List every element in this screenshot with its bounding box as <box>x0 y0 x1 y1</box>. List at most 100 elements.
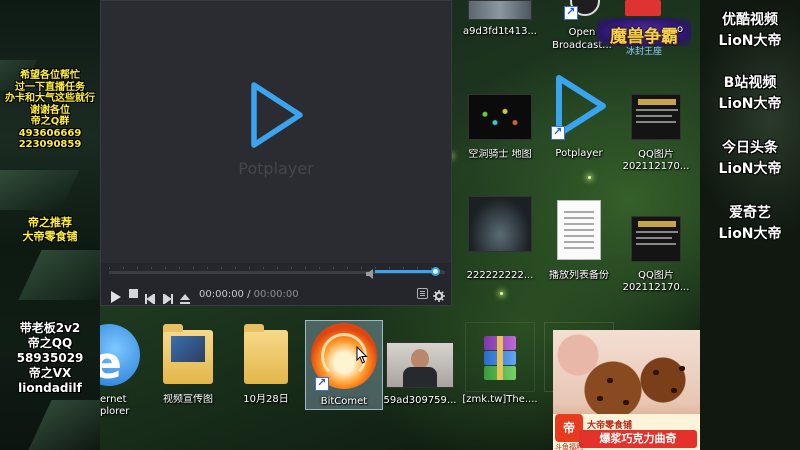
desktop-icon-qq-image-1[interactable]: QQ图片 202112170... <box>618 94 694 173</box>
potplayer-window[interactable]: Potplayer 00:00:00 / 00:00:00 <box>100 0 452 306</box>
icon-label: Potplayer <box>555 148 603 159</box>
stream-recommend: 帝之推荐 大帝零食铺 <box>0 216 100 244</box>
stream-contact: 带老板2v2 帝之QQ 58935029 帝之VX liondadilf <box>0 321 100 396</box>
icon-label: 播放列表备份 <box>549 270 609 281</box>
desktop-icon-internet-explorer[interactable]: e ernet plorer <box>100 318 146 418</box>
video-thumbnail-icon <box>386 342 454 388</box>
desktop-icon-warcraft[interactable]: 魔兽争霸 冰封王座 o <box>594 0 694 62</box>
desktop-icon-bitcomet[interactable]: BitComet <box>305 320 383 410</box>
icon-label: 10月28日 <box>243 394 289 405</box>
ad-slogan: 爆浆巧克力曲奇 <box>579 430 697 448</box>
desktop-icon-a9d3[interactable]: a9d3fd1t413... <box>462 0 538 38</box>
icon-label: 空洞骑士 地图 <box>468 149 532 160</box>
platform-handle: LioN大帝 <box>718 161 782 177</box>
shortcut-arrow-icon <box>564 5 578 20</box>
volume-slider-fill <box>375 270 437 273</box>
icon-label: QQ图片 <box>638 270 674 281</box>
icon-label: ernet <box>100 394 127 405</box>
volume-slider-track[interactable] <box>375 267 443 276</box>
icon-label: 59ad309759... <box>383 395 457 406</box>
icon-label: a9d3fd1t413... <box>463 26 537 37</box>
icon-label: BitComet <box>320 396 368 407</box>
time-separator: / <box>247 289 251 300</box>
contact-line: 带老板2v2 <box>19 321 81 335</box>
current-time: 00:00:00 <box>199 289 244 300</box>
stream-notice: 希望各位帮忙 过一下直播任务 办卡和大气这些就行 谢谢各位 帝之Q群 49360… <box>0 70 100 151</box>
stop-icon[interactable] <box>129 289 138 298</box>
recommend-line: 帝之推荐 <box>28 216 72 229</box>
desktop-icon-promo-images[interactable]: 视频宣传图 <box>150 322 226 406</box>
icon-label: o <box>677 24 684 35</box>
platform-bilibili: B站视频 LioN大帝 <box>700 73 800 115</box>
desktop-icon-hollow-knight-map[interactable]: 空洞骑士 地图 <box>462 94 538 161</box>
seek-bar-tick-marks <box>109 267 445 269</box>
image-thumbnail-icon <box>631 216 681 262</box>
playlist-icon[interactable] <box>417 288 428 299</box>
volume-slider-handle[interactable] <box>431 267 441 276</box>
notice-line: 过一下直播任务 <box>15 81 85 93</box>
potplayer-brand-text: Potplayer <box>238 159 314 178</box>
icon-label: 202112170... <box>622 161 690 172</box>
folder-icon <box>244 324 288 384</box>
platform-iqiyi: 爱奇艺 LioN大帝 <box>700 203 800 245</box>
next-icon[interactable] <box>162 289 173 308</box>
platform-name: 爱奇艺 <box>729 205 771 221</box>
contact-line: 帝之QQ <box>27 336 73 350</box>
icon-label: 视频宣传图 <box>163 394 213 405</box>
light-sparkle <box>500 292 503 295</box>
desktop-icon-video-thumbnail[interactable]: 59ad309759... <box>382 342 458 407</box>
mouse-cursor-icon <box>356 345 368 368</box>
video-display-area[interactable]: Potplayer <box>101 1 451 263</box>
notice-line: 帝之Q群 <box>30 116 70 127</box>
play-icon[interactable] <box>111 288 121 307</box>
icon-label: QQ图片 <box>638 149 674 160</box>
warcraft-icon: 魔兽争霸 冰封王座 o <box>597 0 691 62</box>
contact-line: 帝之VX <box>28 366 72 380</box>
desktop-icon-potplayer[interactable]: Potplayer <box>540 74 618 160</box>
playback-controls: 00:00:00 / 00:00:00 <box>101 283 451 308</box>
image-thumbnail-icon <box>631 94 681 140</box>
warcraft-subtitle: 冰封王座 <box>625 47 662 57</box>
notice-line: 希望各位帮忙 <box>20 70 80 81</box>
image-thumbnail-icon <box>468 0 532 20</box>
contact-line: 58935029 <box>16 351 84 365</box>
desktop-icon-qq-image-2[interactable]: QQ图片 202112170... <box>618 216 694 294</box>
light-sparkle <box>588 176 591 179</box>
recommend-line: 大帝零食铺 <box>22 230 78 243</box>
shortcut-arrow-icon <box>551 125 565 140</box>
previous-icon[interactable] <box>145 289 156 308</box>
platform-handle: LioN大帝 <box>718 33 782 49</box>
snack-advertisement[interactable]: 帝 大帝零食铺 爆浆巧克力曲奇 斗鱼福利 <box>553 330 700 450</box>
text-file-icon <box>557 200 601 260</box>
platform-toutiao: 今日头条 LioN大帝 <box>700 138 800 180</box>
notice-line: 谢谢各位 <box>30 104 70 116</box>
potplayer-logo-icon <box>246 79 306 155</box>
potplayer-icon <box>549 74 609 140</box>
notice-line: 办卡和大气这些就行 <box>5 93 95 104</box>
desktop-icon-222222222[interactable]: 222222222... <box>462 196 538 282</box>
image-thumbnail-icon <box>468 196 532 252</box>
empty-icon-slot <box>465 322 535 392</box>
shortcut-arrow-icon <box>315 376 329 391</box>
time-display: 00:00:00 / 00:00:00 <box>199 289 299 300</box>
icon-label: 202112170... <box>622 282 690 293</box>
total-time: 00:00:00 <box>253 289 299 300</box>
platform-name: 今日头条 <box>722 140 778 156</box>
platform-handle: LioN大帝 <box>718 226 782 242</box>
icon-label: 222222222... <box>466 270 534 281</box>
eject-icon[interactable] <box>180 289 190 308</box>
internet-explorer-icon: e <box>100 318 146 388</box>
settings-gear-icon[interactable] <box>433 287 445 306</box>
image-thumbnail-icon <box>468 94 532 140</box>
notice-line: 223090859 <box>18 139 82 150</box>
platform-handle: LioN大帝 <box>718 96 782 112</box>
platform-name: B站视频 <box>723 75 777 91</box>
desktop-icon-playlist-backup[interactable]: 播放列表备份 <box>541 200 617 282</box>
ad-subtext: 斗鱼福利 <box>555 443 583 450</box>
folder-icon <box>163 324 213 384</box>
contact-line: liondadilf <box>18 381 82 395</box>
notice-line: 493606669 <box>18 127 82 139</box>
desktop-icon-oct-28-folder[interactable]: 10月28日 <box>228 322 304 406</box>
platform-name: 优酷视频 <box>722 12 778 28</box>
icon-label: plorer <box>100 406 130 417</box>
